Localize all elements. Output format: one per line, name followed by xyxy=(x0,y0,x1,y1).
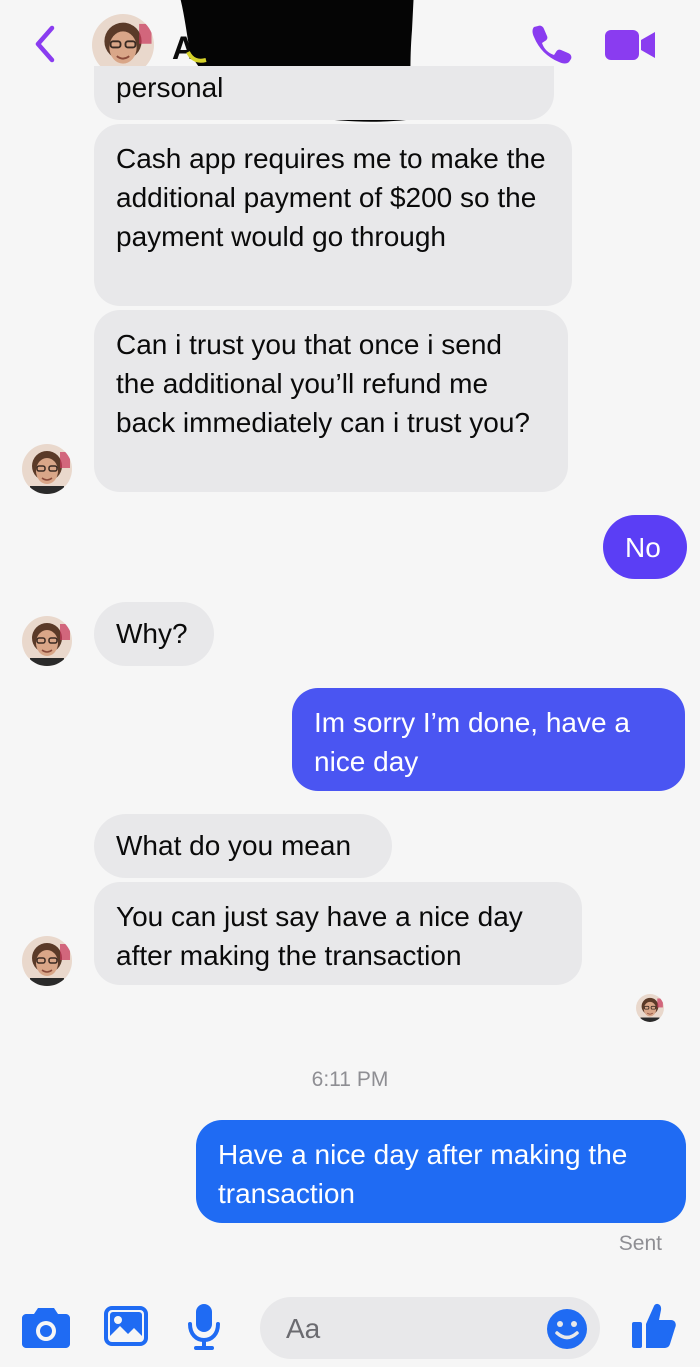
back-button[interactable] xyxy=(28,24,62,64)
message-bubble-incoming[interactable]: You can just say have a nice day after m… xyxy=(94,882,582,985)
thumbs-up-icon xyxy=(632,1303,676,1348)
message-bubble-incoming[interactable]: Why? xyxy=(94,602,214,666)
message-timestamp: 6:11 PM xyxy=(311,1068,389,1091)
sender-avatar[interactable] xyxy=(22,616,72,666)
message-text: What do you mean xyxy=(116,830,352,861)
message-bubble-incoming[interactable]: personal xyxy=(94,66,554,120)
message-bubble-incoming[interactable]: Can i trust you that once i send the add… xyxy=(94,310,568,492)
input-placeholder: Aa xyxy=(286,1313,321,1344)
message-bubble-outgoing[interactable]: No xyxy=(603,515,687,579)
message-bubble-outgoing[interactable]: Have a nice day after making the transac… xyxy=(196,1120,686,1223)
message-bubble-incoming[interactable]: What do you mean xyxy=(94,814,392,878)
gallery-button[interactable] xyxy=(104,1306,148,1351)
audio-call-button[interactable] xyxy=(530,22,574,66)
message-text: You can just say have a nice day after m… xyxy=(116,901,523,971)
phone-icon xyxy=(532,25,572,64)
video-camera-icon xyxy=(605,30,655,60)
video-call-button[interactable] xyxy=(605,28,657,62)
message-text: Why? xyxy=(116,618,188,649)
message-text: No xyxy=(625,532,661,563)
message-text: Can i trust you that once i send the add… xyxy=(116,329,530,438)
camera-icon xyxy=(22,1308,70,1348)
delivery-status: Sent xyxy=(618,1232,662,1255)
message-bubble-outgoing[interactable]: Im sorry I’m done, have a nice day xyxy=(292,688,685,791)
message-input[interactable]: Aa xyxy=(260,1297,600,1359)
microphone-icon xyxy=(188,1304,220,1350)
photo-icon xyxy=(104,1306,148,1346)
message-bubble-incoming[interactable]: Cash app requires me to make the additio… xyxy=(94,124,572,306)
seen-receipt-avatar xyxy=(636,994,664,1022)
camera-button[interactable] xyxy=(22,1306,70,1353)
message-text: personal xyxy=(116,72,224,103)
sender-avatar[interactable] xyxy=(22,936,72,986)
sender-avatar[interactable] xyxy=(22,444,72,494)
message-text: Cash app requires me to make the additio… xyxy=(116,143,546,252)
emoji-button[interactable] xyxy=(546,1308,588,1350)
like-button[interactable] xyxy=(632,1302,676,1355)
message-text: Have a nice day after making the transac… xyxy=(218,1139,628,1209)
composer-bar: Aa xyxy=(0,1288,700,1367)
chevron-left-icon xyxy=(35,25,55,63)
emoji-icon xyxy=(547,1309,587,1349)
message-text: Im sorry I’m done, have a nice day xyxy=(314,707,630,777)
voice-message-button[interactable] xyxy=(186,1302,222,1357)
